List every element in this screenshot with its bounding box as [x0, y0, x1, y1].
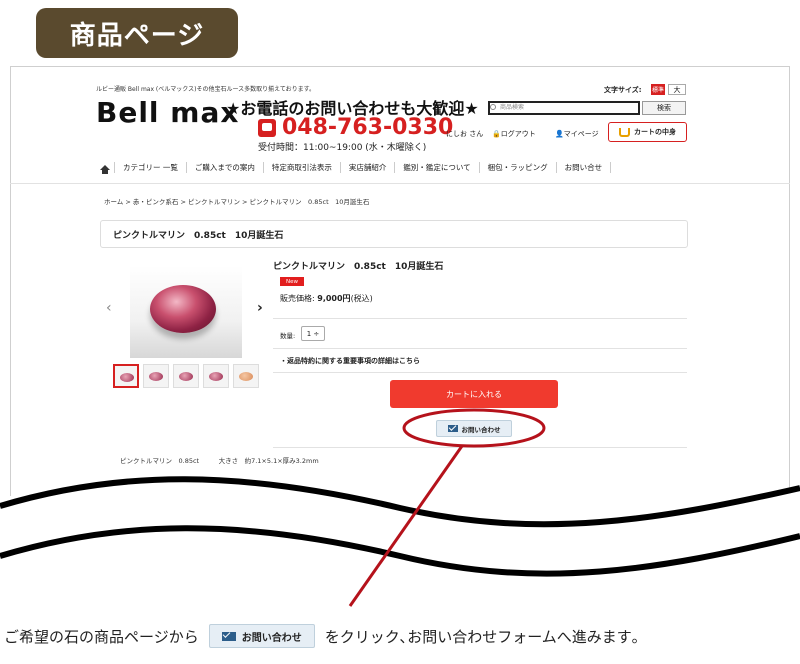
global-nav: カテゴリー 一覧 ご購入までの案内 特定商取引法表示 実店舗紹介 鑑別・鑑定につ… — [96, 157, 688, 177]
user-name: にしお さん — [446, 130, 484, 138]
breadcrumb[interactable]: ホーム > 赤・ピンク系石 > ピンクトルマリン > ピンクトルマリン 0.85… — [104, 196, 369, 206]
home-icon — [100, 164, 110, 174]
wave-line-bottom — [0, 525, 800, 577]
thumbnail[interactable] — [113, 364, 139, 388]
nav-item-contact[interactable]: お問い合せ — [555, 161, 612, 173]
mail-icon — [221, 631, 236, 641]
nav-item-appraisal[interactable]: 鑑別・鑑定について — [394, 161, 478, 173]
nav-home[interactable] — [96, 164, 114, 174]
inquiry-label: お問い合わせ — [461, 425, 501, 434]
gallery-prev-arrow[interactable]: ‹ — [106, 300, 112, 316]
search-input[interactable]: 商品検索 — [488, 101, 640, 115]
page-title-badge: 商品ページ — [36, 8, 238, 58]
inquiry-button[interactable]: お問い合わせ — [436, 420, 512, 437]
thumbnail[interactable] — [173, 364, 199, 388]
instruction-inquiry-button: お問い合わせ — [208, 624, 315, 648]
site-tagline: ルビー通販 Bell max (ベルマックス)その他宝石ルース多数取り揃えており… — [96, 86, 316, 93]
phone-number: 048-763-0330 — [258, 115, 453, 140]
instruction-button-label: お問い合わせ — [241, 632, 302, 644]
business-hours: 受付時間：11:00~19:00 (水・木曜除く) — [258, 143, 427, 153]
font-size-label: 文字サイズ: — [604, 86, 642, 94]
price-value: 9,000円 — [317, 294, 351, 303]
font-size-standard-button[interactable]: 標準 — [651, 84, 665, 95]
screenshot-root: 商品ページ ルビー通販 Bell max (ベルマックス)その他宝石ルース多数取… — [0, 0, 800, 664]
mail-icon — [447, 425, 458, 432]
phone-icon — [258, 118, 276, 137]
logout-link[interactable]: 🔒ログアウト — [492, 129, 536, 139]
add-to-cart-button[interactable]: カートに入れる — [390, 380, 558, 408]
new-badge: New — [280, 277, 304, 286]
price-tax: (税込) — [350, 294, 373, 303]
gallery-thumbnails — [113, 364, 259, 388]
logout-label: ログアウト — [500, 130, 536, 138]
product-title: ピンクトルマリン 0.85ct 10月誕生石 — [273, 262, 444, 272]
price-label: 販売価格: — [280, 294, 315, 303]
cart-icon — [619, 127, 630, 137]
site-logo[interactable]: Bell max — [96, 96, 239, 129]
cart-label: カートの中身 — [634, 128, 676, 136]
mypage-label: マイページ — [563, 130, 599, 138]
instruction-before: ご希望の石の商品ページから — [4, 627, 199, 646]
quantity-label: 数量: — [280, 332, 296, 340]
instruction-text: ご希望の石の商品ページから お問い合わせ をクリック､お問い合わせフォームへ進み… — [4, 624, 639, 648]
divider — [273, 318, 687, 319]
phone-text: 048-763-0330 — [282, 115, 454, 140]
thumbnail[interactable] — [203, 364, 229, 388]
nav-item-purchase-guide[interactable]: ご購入までの案内 — [185, 161, 263, 173]
instruction-after: をクリック､お問い合わせフォームへ進みます｡ — [324, 627, 640, 646]
divider — [273, 348, 687, 349]
thumbnail[interactable] — [233, 364, 259, 388]
product-spec: ピンクトルマリン 0.85ct 大きさ 約7.1×5.1×厚み3.2mm — [120, 457, 319, 465]
nav-item-legal[interactable]: 特定商取引法表示 — [262, 161, 340, 173]
divider — [273, 372, 687, 373]
product-name-header: ピンクトルマリン 0.85ct 10月誕生石 — [100, 220, 688, 248]
gem-image — [150, 285, 216, 333]
gallery-next-arrow[interactable]: › — [257, 300, 263, 316]
nav-divider — [10, 183, 790, 184]
nav-item-store[interactable]: 実店舗紹介 — [339, 161, 395, 173]
font-size-large-button[interactable]: 大 — [668, 84, 686, 95]
mypage-link[interactable]: 👤マイページ — [555, 129, 599, 139]
quantity-select[interactable]: 1 ÷ — [301, 326, 325, 341]
nav-item-categories[interactable]: カテゴリー 一覧 — [114, 161, 186, 173]
thumbnail[interactable] — [143, 364, 169, 388]
returns-notice-link[interactable]: ・返品特約に関する重要事項の詳細はこちら — [280, 356, 420, 366]
search-button[interactable]: 検索 — [642, 101, 686, 115]
cart-button[interactable]: カートの中身 — [608, 122, 687, 142]
product-price: 販売価格: 9,000円(税込) — [280, 293, 373, 304]
nav-item-wrapping[interactable]: 梱包・ラッピング — [478, 161, 556, 173]
divider — [273, 447, 687, 448]
search-icon — [490, 104, 496, 110]
